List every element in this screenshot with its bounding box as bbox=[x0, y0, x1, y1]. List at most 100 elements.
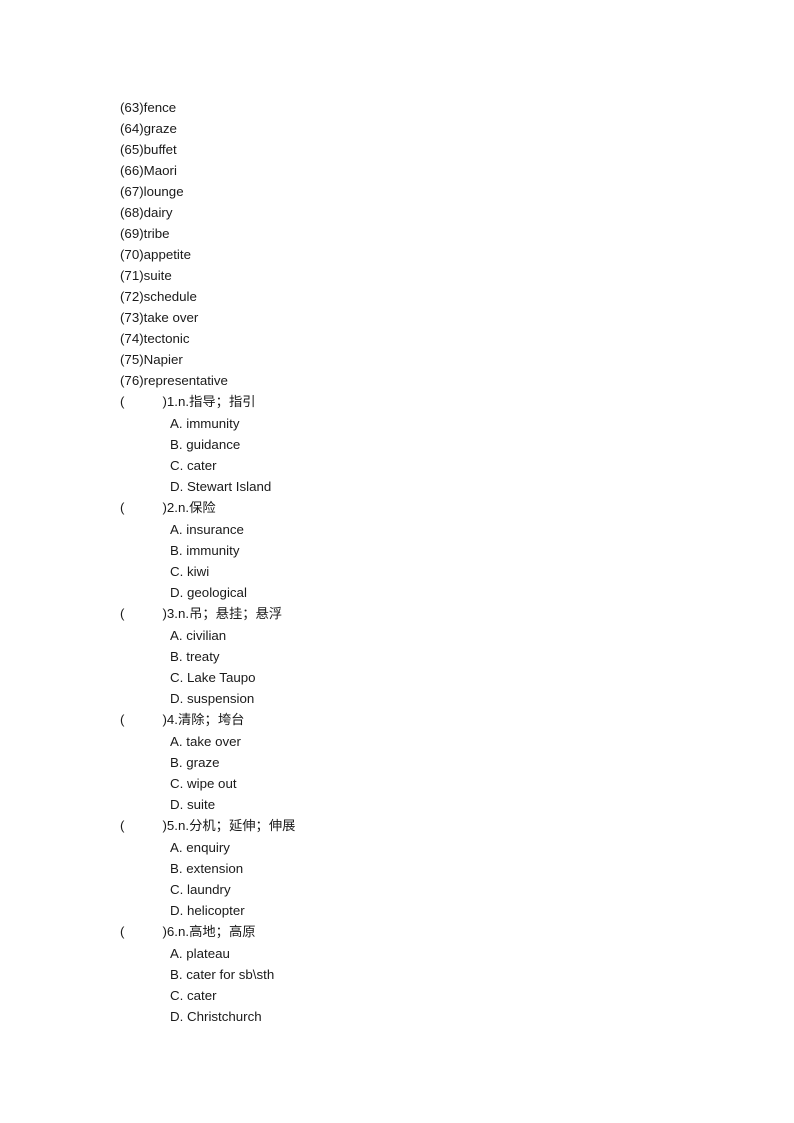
question-option-letter: A. bbox=[170, 840, 183, 855]
question-option-text: suspension bbox=[187, 691, 255, 706]
question-part-of-speech: n. bbox=[177, 500, 190, 515]
question-option-letter: A. bbox=[170, 734, 183, 749]
question-option[interactable]: B. treaty bbox=[120, 646, 734, 667]
question-option[interactable]: C. Lake Taupo bbox=[120, 667, 734, 688]
vocabulary-item-word: representative bbox=[143, 373, 228, 388]
question-option-text: suite bbox=[187, 797, 216, 812]
question-option-text: treaty bbox=[186, 649, 220, 664]
vocabulary-item: (70)appetite bbox=[120, 244, 734, 265]
question-part-of-speech: n. bbox=[177, 924, 190, 939]
vocabulary-item: (63)fence bbox=[120, 97, 734, 118]
question-option-list: A. insurance B. immunity C. kiwi D. geologi… bbox=[120, 519, 734, 603]
question-stem: ()6.n.高地；高原 bbox=[120, 921, 734, 943]
question-option[interactable]: D. Christchurch bbox=[120, 1006, 734, 1027]
vocabulary-item: (74)tectonic bbox=[120, 328, 734, 349]
question-option[interactable]: B. cater for sb\sth bbox=[120, 964, 734, 985]
vocabulary-item-number: (68) bbox=[120, 205, 144, 220]
question-option[interactable]: D. helicopter bbox=[120, 900, 734, 921]
question-option-list: A. plateau B. cater for sb\sth C. cater D. … bbox=[120, 943, 734, 1027]
question-option-letter: D. bbox=[170, 479, 184, 494]
vocabulary-item-word: tectonic bbox=[143, 331, 190, 346]
question-option[interactable]: C. cater bbox=[120, 985, 734, 1006]
multiple-choice-question: ()6.n.高地；高原 A. plateau B. cater for sb\sth… bbox=[120, 921, 734, 1027]
question-option-text: insurance bbox=[186, 522, 244, 537]
question-option-letter: C. bbox=[170, 776, 184, 791]
vocabulary-item-word: buffet bbox=[143, 142, 177, 157]
question-prompt-chinese: 清除；垮台 bbox=[177, 713, 245, 728]
vocabulary-item: (69)tribe bbox=[120, 223, 734, 244]
question-option[interactable]: B. guidance bbox=[120, 434, 734, 455]
vocabulary-item-number: (63) bbox=[120, 100, 144, 115]
question-option-letter: A. bbox=[170, 628, 183, 643]
question-option[interactable]: D. suite bbox=[120, 794, 734, 815]
question-option-letter: C. bbox=[170, 988, 184, 1003]
question-option-text: civilian bbox=[186, 628, 227, 643]
question-option-list: A. immunity B. guidance C. cater D. Stewart… bbox=[120, 413, 734, 497]
answer-blank-paren-open: ( bbox=[120, 606, 125, 621]
question-option[interactable]: C. kiwi bbox=[120, 561, 734, 582]
question-stem: ()4.清除；垮台 bbox=[120, 709, 734, 731]
worksheet-page: (63)fence (64)graze (65)buffet (66)Maori (67… bbox=[0, 0, 794, 1123]
question-prompt-chinese: 指导；指引 bbox=[189, 395, 256, 410]
vocabulary-item-word: lounge bbox=[143, 184, 184, 199]
vocabulary-item: (65)buffet bbox=[120, 139, 734, 160]
question-option-text: graze bbox=[186, 755, 220, 770]
question-option-letter: B. bbox=[170, 649, 183, 664]
vocabulary-item-word: Napier bbox=[143, 352, 183, 367]
vocabulary-item: (68)dairy bbox=[120, 202, 734, 223]
question-option[interactable]: A. civilian bbox=[120, 625, 734, 646]
vocabulary-list: (63)fence (64)graze (65)buffet (66)Maori (67… bbox=[120, 97, 734, 391]
question-option-text: guidance bbox=[186, 437, 241, 452]
question-option-list: A. take over B. graze C. wipe out D. suite bbox=[120, 731, 734, 815]
question-option[interactable]: C. laundry bbox=[120, 879, 734, 900]
question-option-text: Stewart Island bbox=[187, 479, 272, 494]
question-option-letter: B. bbox=[170, 437, 183, 452]
question-option-text: plateau bbox=[186, 946, 230, 961]
question-option[interactable]: B. extension bbox=[120, 858, 734, 879]
vocabulary-item-number: (74) bbox=[120, 331, 144, 346]
question-option-letter: C. bbox=[170, 882, 184, 897]
question-option[interactable]: C. cater bbox=[120, 455, 734, 476]
answer-blank-paren-open: ( bbox=[120, 394, 125, 409]
vocabulary-item-number: (69) bbox=[120, 226, 144, 241]
vocabulary-item-number: (70) bbox=[120, 247, 144, 262]
question-option-text: geological bbox=[187, 585, 247, 600]
page-content: (63)fence (64)graze (65)buffet (66)Maori (67… bbox=[0, 97, 794, 1027]
question-option-letter: C. bbox=[170, 458, 184, 473]
vocabulary-item-number: (67) bbox=[120, 184, 144, 199]
multiple-choice-question-list: ()1.n.指导；指引 A. immunity B. guidance C. cate… bbox=[120, 391, 734, 1027]
vocabulary-item-word: tribe bbox=[143, 226, 170, 241]
question-prompt-chinese: 吊；悬挂；悬浮 bbox=[189, 607, 283, 622]
question-option-text: cater bbox=[187, 988, 217, 1003]
question-option[interactable]: D. suspension bbox=[120, 688, 734, 709]
question-option[interactable]: A. plateau bbox=[120, 943, 734, 964]
question-number: 3. bbox=[166, 606, 178, 621]
question-option[interactable]: A. take over bbox=[120, 731, 734, 752]
multiple-choice-question: ()4.清除；垮台 A. take over B. graze C. wipe out… bbox=[120, 709, 734, 815]
multiple-choice-question: ()2.n.保险 A. insurance B. immunity C. kiwi D.… bbox=[120, 497, 734, 603]
question-option-letter: C. bbox=[170, 564, 184, 579]
question-option-text: enquiry bbox=[186, 840, 230, 855]
vocabulary-item-number: (76) bbox=[120, 373, 144, 388]
question-option[interactable]: A. enquiry bbox=[120, 837, 734, 858]
vocabulary-item-number: (72) bbox=[120, 289, 144, 304]
question-option[interactable]: D. Stewart Island bbox=[120, 476, 734, 497]
question-option[interactable]: B. graze bbox=[120, 752, 734, 773]
question-option[interactable]: D. geological bbox=[120, 582, 734, 603]
question-option[interactable]: B. immunity bbox=[120, 540, 734, 561]
vocabulary-item: (73)take over bbox=[120, 307, 734, 328]
question-option[interactable]: A. insurance bbox=[120, 519, 734, 540]
question-option-text: immunity bbox=[186, 543, 240, 558]
question-option-text: extension bbox=[186, 861, 244, 876]
question-stem: ()5.n.分机；延伸；伸展 bbox=[120, 815, 734, 837]
question-option-letter: B. bbox=[170, 967, 183, 982]
question-option-text: take over bbox=[186, 734, 241, 749]
vocabulary-item: (75)Napier bbox=[120, 349, 734, 370]
question-option[interactable]: A. immunity bbox=[120, 413, 734, 434]
question-prompt-chinese: 保险 bbox=[189, 501, 216, 516]
question-option-letter: A. bbox=[170, 522, 183, 537]
question-number: 6. bbox=[166, 924, 178, 939]
question-option[interactable]: C. wipe out bbox=[120, 773, 734, 794]
question-option-list: A. civilian B. treaty C. Lake Taupo D. susp… bbox=[120, 625, 734, 709]
question-part-of-speech: n. bbox=[177, 818, 190, 833]
